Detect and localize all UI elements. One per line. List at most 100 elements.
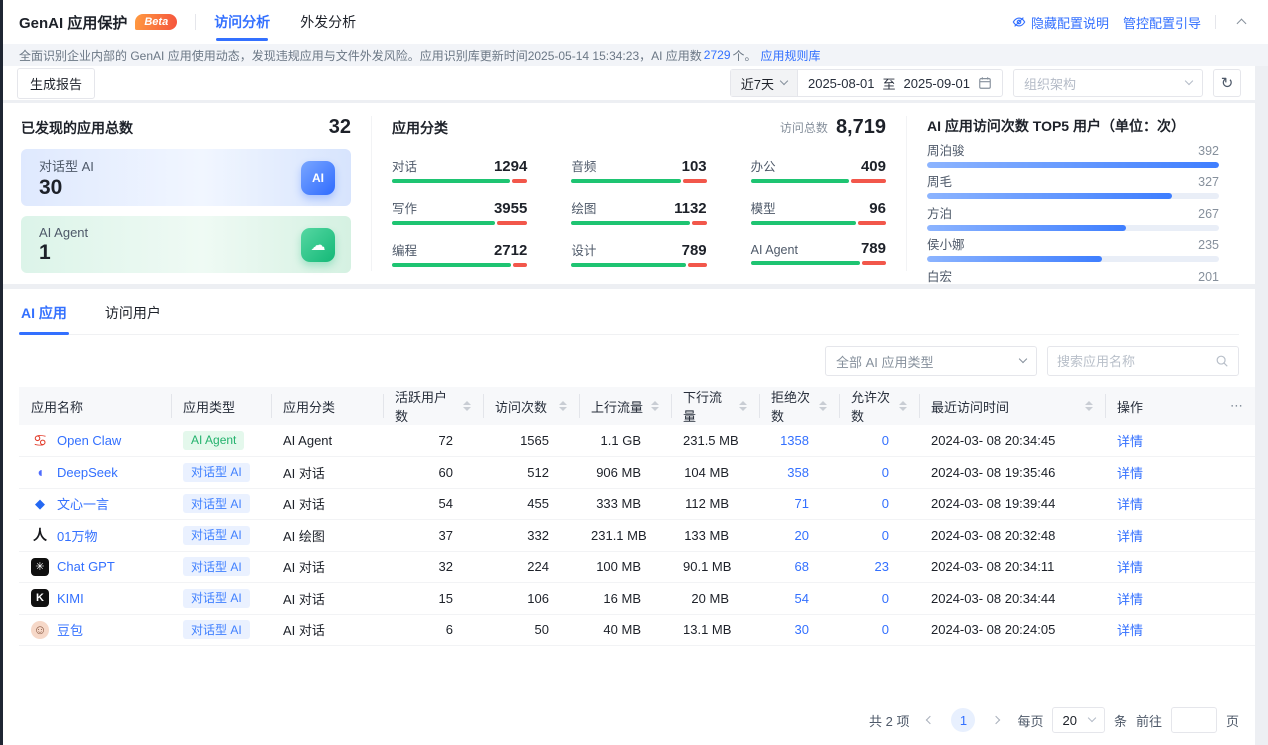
header-actions: 隐藏配置说明 管控配置引导	[1012, 11, 1252, 33]
table-row[interactable]: DeepSeek 对话型 AI AI 对话 60 512 906 MB 104 …	[19, 457, 1255, 489]
sort-icon[interactable]	[651, 401, 659, 411]
app-name-link[interactable]: 文心一言	[57, 494, 109, 513]
sort-icon[interactable]	[1085, 401, 1093, 411]
denied-count-link[interactable]: 358	[787, 465, 809, 480]
search-input[interactable]	[1057, 354, 1207, 369]
upload-traffic: 333 MB	[579, 488, 671, 520]
user-bar-track	[927, 225, 1219, 231]
date-range-picker[interactable]: 2025-08-01 至 2025-09-01	[798, 74, 1002, 93]
app-name-link[interactable]: 豆包	[57, 620, 83, 639]
hide-config-link[interactable]: 隐藏配置说明	[1012, 13, 1109, 32]
app-type-filter-select[interactable]: 全部 AI 应用类型	[825, 346, 1037, 376]
allowed-count-link[interactable]: 0	[882, 528, 889, 543]
control-config-guide-link[interactable]: 管控配置引导	[1123, 13, 1201, 32]
sort-icon[interactable]	[463, 401, 471, 411]
prev-page-icon[interactable]	[918, 708, 942, 732]
tab-ai-apps[interactable]: AI 应用	[19, 299, 69, 334]
allowed-count-link[interactable]: 0	[882, 591, 889, 606]
app-type-stat-card[interactable]: 对话型 AI 30	[21, 149, 351, 206]
per-page-select[interactable]: 20	[1052, 707, 1104, 733]
table-row[interactable]: KIMI 对话型 AI AI 对话 15 106 16 MB 20 MB 54 …	[19, 583, 1255, 615]
denied-count-link[interactable]: 71	[795, 496, 809, 511]
column-header[interactable]: 活跃用户数	[383, 387, 483, 425]
user-name: 白宏	[927, 270, 952, 285]
visit-count: 106	[483, 583, 579, 615]
app-name-link[interactable]: KIMI	[57, 591, 84, 606]
tab-access-analysis[interactable]: 访问分析	[214, 0, 270, 44]
detail-link[interactable]: 详情	[1117, 560, 1143, 575]
active-users: 32	[383, 551, 483, 583]
refresh-button[interactable]: ↻	[1213, 69, 1241, 97]
column-header[interactable]: 允许次数	[839, 387, 919, 425]
column-header[interactable]: 拒绝次数	[759, 387, 839, 425]
denied-count-link[interactable]: 1358	[780, 433, 809, 448]
page-title: GenAI 应用保护	[19, 12, 127, 33]
sort-icon[interactable]	[739, 401, 747, 411]
column-header[interactable]: 应用名称	[19, 387, 171, 425]
next-page-icon[interactable]	[984, 708, 1008, 732]
denied-count-link[interactable]: 68	[795, 559, 809, 574]
table-row[interactable]: 01万物 对话型 AI AI 绘图 37 332 231.1 MB 133 MB…	[19, 520, 1255, 552]
column-header[interactable]: 应用类型	[171, 387, 271, 425]
app-name-link[interactable]: Open Claw	[57, 433, 121, 448]
column-header[interactable]: 访问次数	[483, 387, 579, 425]
table-row[interactable]: 豆包 对话型 AI AI 对话 6 50 40 MB 13.1 MB 30 0 …	[19, 614, 1255, 646]
app-logo-icon	[31, 526, 49, 544]
sort-icon[interactable]	[559, 401, 567, 411]
range-preset-select[interactable]: 近7天	[731, 70, 798, 96]
detail-link[interactable]: 详情	[1117, 497, 1143, 512]
denied-count-link[interactable]: 54	[795, 591, 809, 606]
collapse-chevron-up-icon[interactable]	[1230, 11, 1252, 33]
category-item: AI Agent 789	[751, 240, 886, 267]
app-logo-icon	[31, 432, 49, 450]
column-settings-icon[interactable]: ⋯	[1213, 387, 1255, 425]
sort-icon[interactable]	[899, 401, 907, 411]
app-logo-icon	[31, 495, 49, 513]
goto-page-input[interactable]	[1171, 707, 1217, 733]
tab-access-users[interactable]: 访问用户	[103, 299, 163, 334]
generate-report-button[interactable]: 生成报告	[17, 68, 95, 99]
table-row[interactable]: Open Claw AI Agent AI Agent 72 1565 1.1 …	[19, 425, 1255, 457]
detail-link[interactable]: 详情	[1117, 623, 1143, 638]
upload-traffic: 16 MB	[579, 583, 671, 615]
app-name-link[interactable]: 01万物	[57, 526, 97, 545]
legend-value: 7616	[597, 283, 625, 285]
upload-traffic: 906 MB	[579, 457, 671, 489]
table-row[interactable]: 文心一言 对话型 AI AI 对话 54 455 333 MB 112 MB 7…	[19, 488, 1255, 520]
app-logo-icon	[31, 589, 49, 607]
detail-link[interactable]: 详情	[1117, 592, 1143, 607]
column-header[interactable]: 操作	[1105, 387, 1213, 425]
column-header[interactable]: 应用分类	[271, 387, 383, 425]
user-name: 周毛	[927, 175, 952, 190]
column-header[interactable]: 最近访问时间	[919, 387, 1105, 425]
allowed-count-link[interactable]: 23	[875, 559, 889, 574]
app-category: AI 绘图	[271, 520, 383, 552]
allowed-count-link[interactable]: 0	[882, 496, 889, 511]
allowed-count-link[interactable]: 0	[882, 465, 889, 480]
app-name-link[interactable]: Chat GPT	[57, 559, 115, 574]
allowed-count-link[interactable]: 0	[882, 433, 889, 448]
search-icon[interactable]	[1215, 354, 1229, 368]
category-value: 96	[869, 200, 886, 217]
denied-count-link[interactable]: 20	[795, 528, 809, 543]
app-rule-library-link[interactable]: 应用规则库	[761, 47, 821, 64]
column-header[interactable]: 上行流量	[579, 387, 671, 425]
app-category: AI 对话	[271, 457, 383, 489]
column-header[interactable]: 下行流量	[671, 387, 759, 425]
category-item: 写作 3955	[392, 198, 527, 225]
allowed-count-link[interactable]: 0	[882, 622, 889, 637]
refresh-icon: ↻	[1221, 74, 1234, 92]
table-row[interactable]: Chat GPT 对话型 AI AI 对话 32 224 100 MB 90.1…	[19, 551, 1255, 583]
detail-link[interactable]: 详情	[1117, 529, 1143, 544]
detail-link[interactable]: 详情	[1117, 466, 1143, 481]
detail-link[interactable]: 详情	[1117, 434, 1143, 449]
info-text-suffix: 个。	[733, 47, 757, 64]
page-number[interactable]: 1	[951, 708, 975, 732]
org-structure-select[interactable]: 组织架构	[1013, 69, 1203, 97]
sort-icon[interactable]	[819, 401, 827, 411]
app-name-link[interactable]: DeepSeek	[57, 465, 118, 480]
app-type-stat-card[interactable]: AI Agent 1	[21, 216, 351, 273]
tab-outbound-analysis[interactable]: 外发分析	[300, 0, 356, 44]
denied-count-link[interactable]: 30	[795, 622, 809, 637]
info-bar: 全面识别企业内部的 GenAI 应用使用动态，发现违规应用与文件外发风险。应用识…	[3, 44, 1268, 66]
